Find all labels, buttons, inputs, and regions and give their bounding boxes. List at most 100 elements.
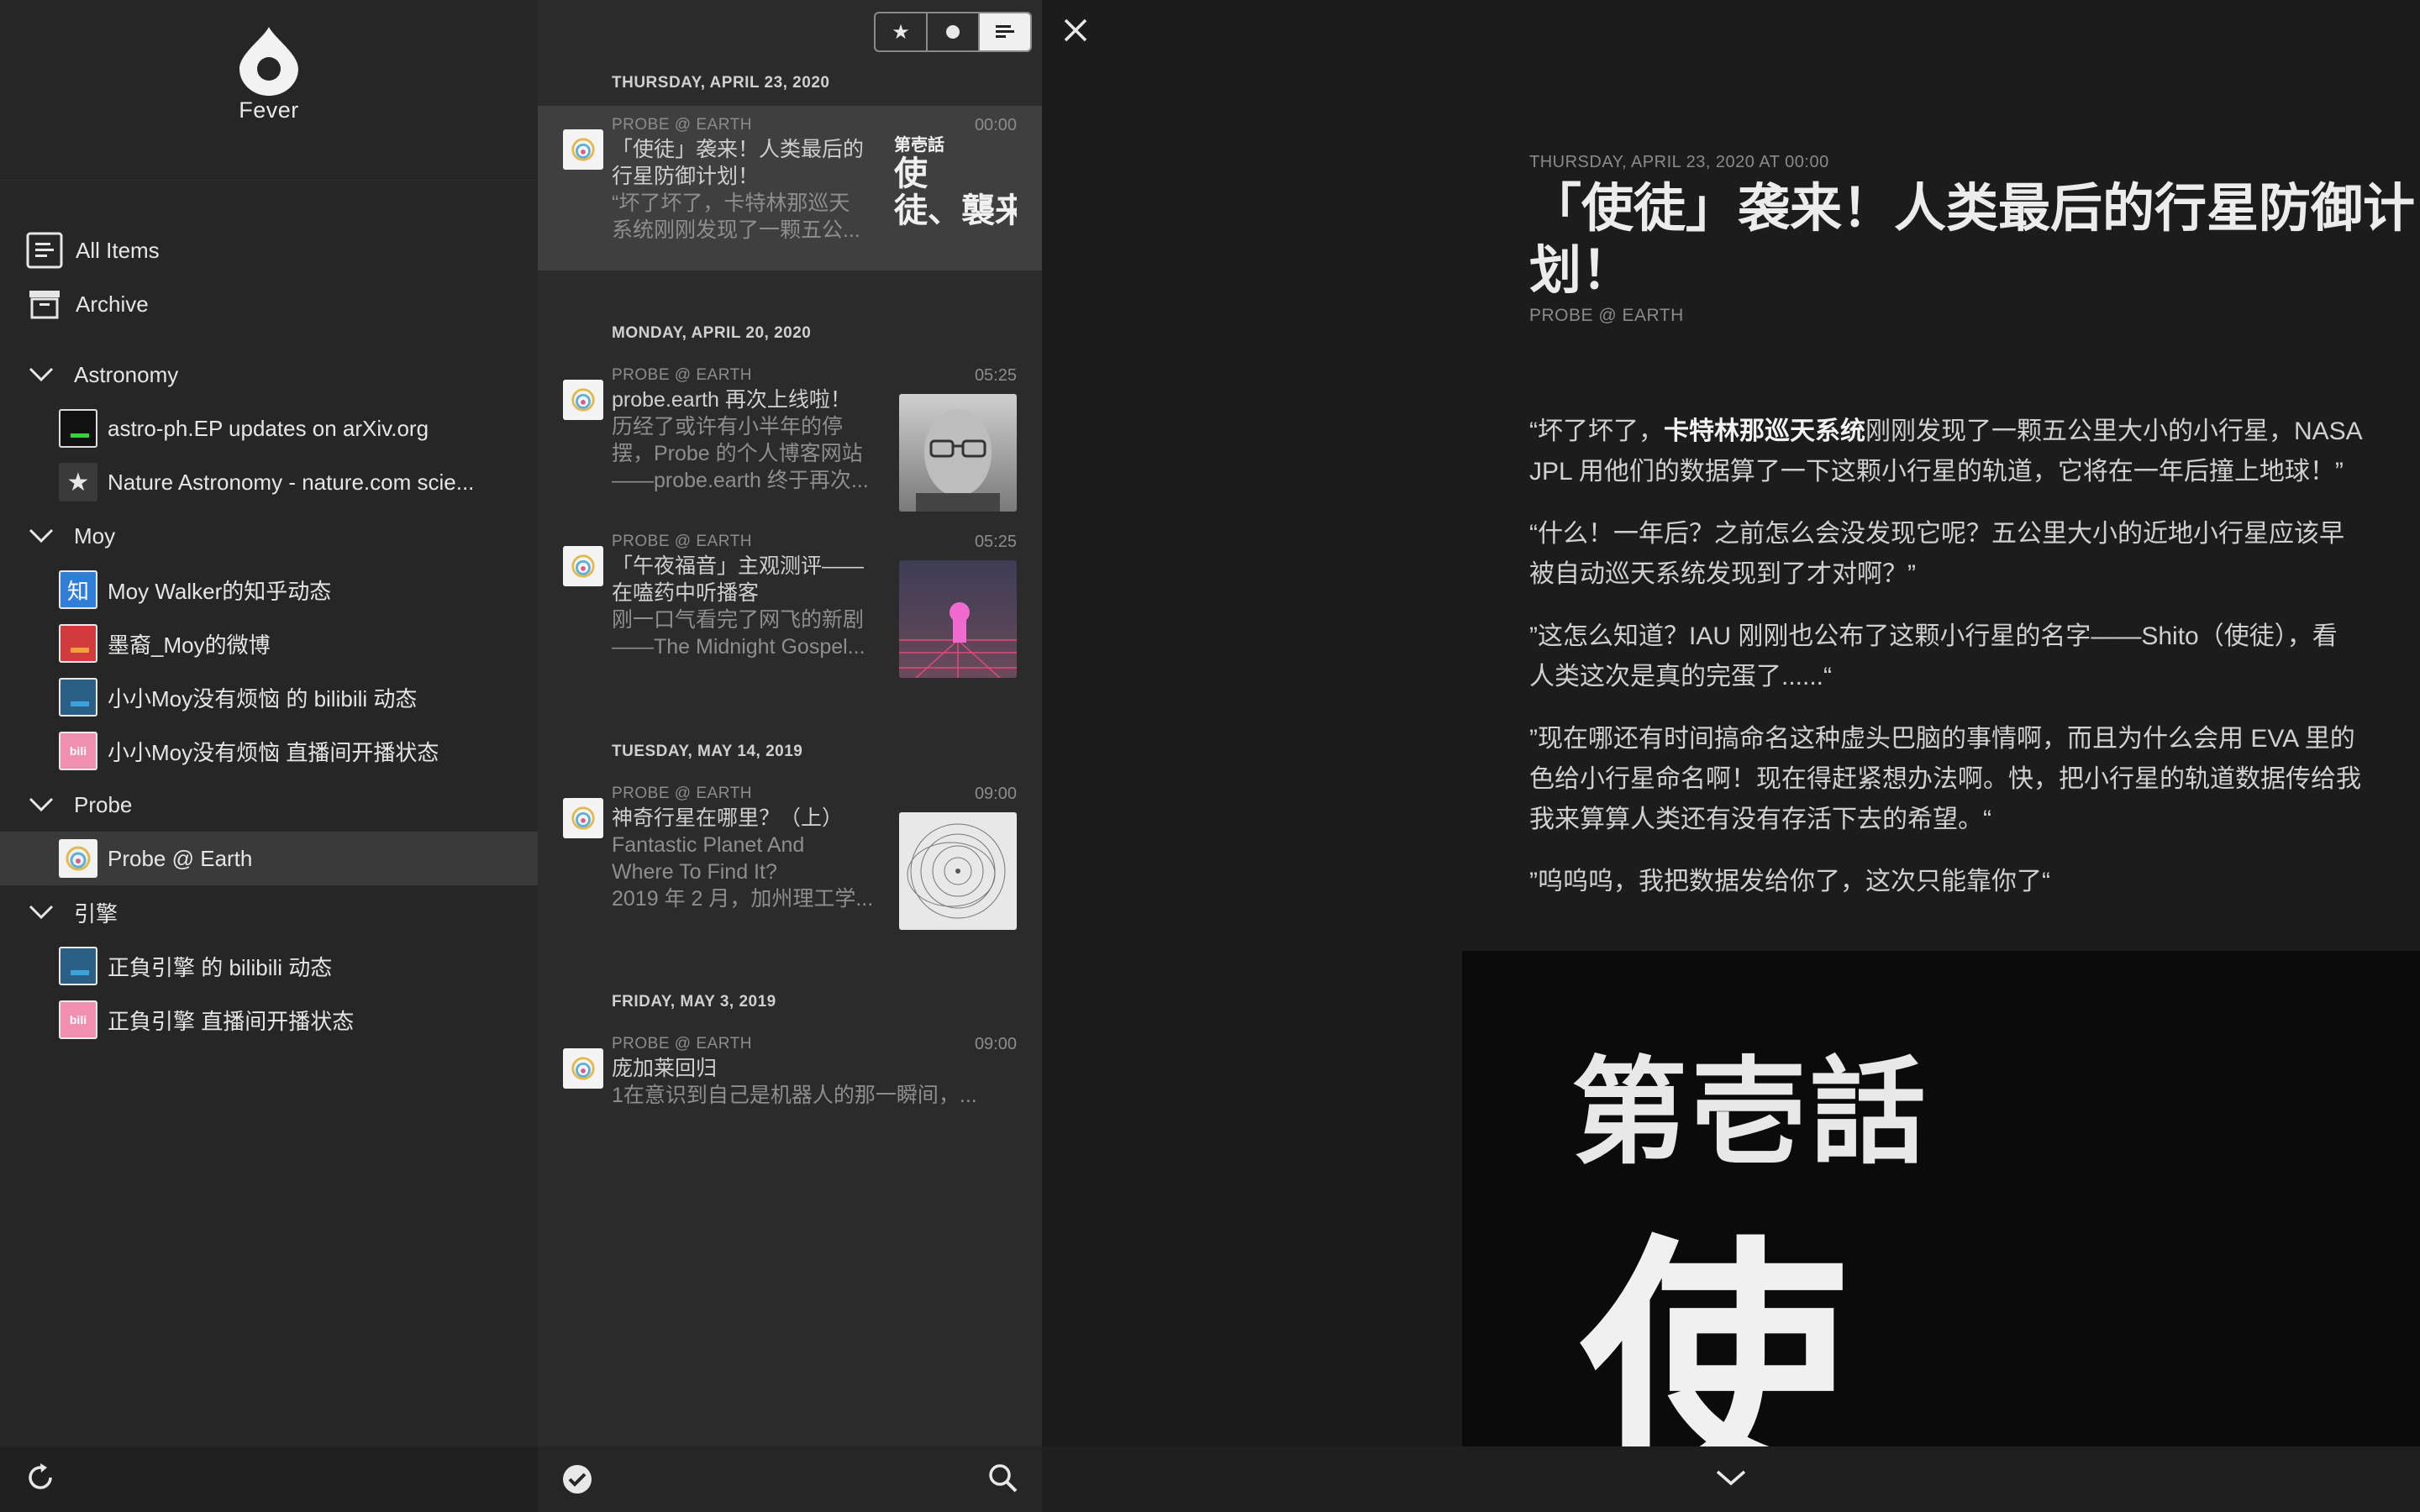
feed-nature-astronomy[interactable]: ★ Nature Astronomy - nature.com scie... <box>0 455 538 509</box>
article-title-line: 「午夜福音」主观测评—— <box>612 554 865 578</box>
zhihu-icon: 知 <box>59 570 97 609</box>
text-run: 被自动巡天系统发现到了才对啊？” <box>1529 560 1916 588</box>
filter-starred-button[interactable]: ★ <box>876 13 928 50</box>
text-run: ”这怎么知道？IAU 刚刚也公布了这颗小行星的名字——Shito（使徒），看 <box>1529 622 2338 650</box>
star-icon: ★ <box>892 20 910 44</box>
archive-icon <box>25 285 64 323</box>
article-time: 05:25 <box>974 366 1017 385</box>
group-astronomy[interactable]: Astronomy <box>0 348 538 402</box>
feed-engine-bilibili[interactable]: 正負引擎 的 bilibili 动态 <box>0 939 538 993</box>
article-time: 09:00 <box>974 785 1017 803</box>
feed-moy-live[interactable]: bili 小小Moy没有烦恼 直播间开播状态 <box>0 724 538 778</box>
bold-text: 卡特林那巡天系统 <box>1664 417 1865 445</box>
article-excerpt-line: 系统刚刚发现了一颗五公... <box>612 218 860 242</box>
feed-moy-weibo[interactable]: 墨裔_Moy的微博 <box>0 617 538 670</box>
article-item[interactable]: PROBE @ EARTH 09:00 庞加莱回归 1在意识到自己是机器人的那一… <box>538 1025 1042 1126</box>
feed-label: 正負引擎 的 bilibili 动态 <box>108 954 333 980</box>
filter-all-button[interactable] <box>980 13 1030 50</box>
close-icon[interactable] <box>1060 15 1091 45</box>
refresh-icon[interactable] <box>25 1462 55 1497</box>
terminal-feed-icon <box>59 409 97 448</box>
article-item[interactable]: PROBE @ EARTH 05:25 「午夜福音」主观测评—— 在嗑药中听播客… <box>538 522 1042 687</box>
group-label: Moy <box>74 522 116 549</box>
mark-all-read-icon[interactable] <box>561 1463 593 1499</box>
feed-label: Moy Walker的知乎动态 <box>108 578 332 604</box>
article-dateline: THURSDAY, APRIL 23, 2020 AT 00:00 <box>1529 153 1829 171</box>
article-source: PROBE @ EARTH <box>612 116 752 134</box>
feed-astro-ph[interactable]: astro-ph.EP updates on arXiv.org <box>0 402 538 455</box>
brand: Fever <box>0 25 538 123</box>
sidebar-footer <box>0 1446 538 1512</box>
probe-earth-icon <box>563 1048 603 1089</box>
thumb-text: 使 <box>894 154 928 193</box>
reader-footer <box>1042 1446 2420 1512</box>
article-excerpt-line: Where To Find It? <box>612 860 777 884</box>
portrait-thumbnail <box>899 394 1017 512</box>
sidebar-divider <box>0 180 538 181</box>
group-label: Probe <box>74 791 133 817</box>
image-text: 使 <box>1580 1212 1849 1455</box>
sidebar-item-label: All Items <box>76 237 160 263</box>
article-title-line: 在嗑药中听播客 <box>612 581 760 605</box>
paragraph: “坏了坏了，卡特林那巡天系统刚刚发现了一颗五公里大小的小行星，NASA JPL … <box>1529 412 2420 492</box>
text-run: “坏了坏了， <box>1529 417 1664 445</box>
article-image: 第壱話 使 <box>1462 951 2420 1455</box>
article-title-line: 神奇行星在哪里？（上） <box>612 806 844 830</box>
article-excerpt-line: 历经了或许有小半年的停 <box>612 415 844 438</box>
article-source: PROBE @ EARTH <box>1529 306 1684 325</box>
feed-label: 墨裔_Moy的微博 <box>108 632 271 658</box>
feed-moy-zhihu[interactable]: 知 Moy Walker的知乎动态 <box>0 563 538 617</box>
chevron-down-icon[interactable] <box>1716 1469 1746 1490</box>
date-header: THURSDAY, APRIL 23, 2020 <box>612 74 830 92</box>
group-probe[interactable]: Probe <box>0 778 538 832</box>
feed-moy-bilibili[interactable]: 小小Moy没有烦恼 的 bilibili 动态 <box>0 670 538 724</box>
group-moy[interactable]: Moy <box>0 509 538 563</box>
article-excerpt-line: ——The Midnight Gospel... <box>612 635 865 659</box>
sidebar-item-all-items[interactable]: All Items <box>0 223 538 277</box>
paragraph: ”这怎么知道？IAU 刚刚也公布了这颗小行星的名字——Shito（使徒），看 人… <box>1529 617 2420 697</box>
group-label: Astronomy <box>74 361 179 387</box>
feed-label: Nature Astronomy - nature.com scie... <box>108 469 475 495</box>
article-title-line: 庞加莱回归 <box>612 1057 718 1080</box>
article-body: “坏了坏了，卡特林那巡天系统刚刚发现了一颗五公里大小的小行星，NASA JPL … <box>1529 412 2420 924</box>
bilibili-live-icon: bili <box>59 732 97 770</box>
list-footer <box>538 1446 1042 1512</box>
feed-engine-live[interactable]: bili 正負引擎 直播间开播状态 <box>0 993 538 1047</box>
text-run: 我来算算人类还有没有存活下去的希望。“ <box>1529 806 1991 833</box>
feed-label: Probe @ Earth <box>108 845 253 871</box>
thumb-text: 第壱話 <box>894 134 944 155</box>
feed-label: 小小Moy没有烦恼 的 bilibili 动态 <box>108 685 418 711</box>
article-item[interactable]: PROBE @ EARTH 00:00 「使徒」袭来！人类最后的 行星防御计划！… <box>538 106 1042 270</box>
feed-probe-earth[interactable]: Probe @ Earth <box>0 832 538 885</box>
article-thumbnail: 第壱話 使 徒、襲来 <box>894 131 1017 249</box>
search-icon[interactable] <box>988 1463 1018 1498</box>
orbit-diagram-thumbnail <box>899 812 1017 930</box>
feed-label: astro-ph.EP updates on arXiv.org <box>108 415 429 441</box>
article-item[interactable]: PROBE @ EARTH 09:00 神奇行星在哪里？（上） Fantasti… <box>538 774 1042 939</box>
date-header: FRIDAY, MAY 3, 2019 <box>612 993 776 1011</box>
article-title: 「使徒」袭来！人类最后的行星防御计划！ <box>1529 180 2416 300</box>
article-excerpt-line: 1在意识到自己是机器人的那一瞬间，... <box>612 1084 977 1107</box>
bilibili-icon <box>59 947 97 985</box>
sidebar-item-label: Archive <box>76 291 149 317</box>
article-excerpt-line: Fantastic Planet And <box>612 833 805 857</box>
probe-earth-icon <box>563 129 603 170</box>
article-time: 05:25 <box>974 533 1017 551</box>
filter-unread-button[interactable] <box>928 13 980 50</box>
article-time: 09:00 <box>974 1035 1017 1053</box>
article-excerpt-line: “坏了坏了，卡特林那巡天 <box>612 192 850 215</box>
app-name: Fever <box>239 97 299 123</box>
article-title-line: 「使徒」袭来！人类最后的 <box>612 138 865 161</box>
date-header: MONDAY, APRIL 20, 2020 <box>612 324 812 342</box>
paragraph: ”呜呜呜，我把数据发给你了，这次只能靠你了“ <box>1529 868 2050 895</box>
article-excerpt-line: 刚一口气看完了网飞的新剧 <box>612 608 865 632</box>
group-engine[interactable]: 引擎 <box>0 885 538 939</box>
date-header: TUESDAY, MAY 14, 2019 <box>612 743 803 760</box>
article-reader: THURSDAY, APRIL 23, 2020 AT 00:00 「使徒」袭来… <box>1042 0 2420 1512</box>
article-excerpt-line: 摆，Probe 的个人博客网站 <box>612 442 863 465</box>
article-source: PROBE @ EARTH <box>612 1035 752 1053</box>
article-title-line: 行星防御计划！ <box>612 165 760 188</box>
article-item[interactable]: PROBE @ EARTH 05:25 probe.earth 再次上线啦！ 历… <box>538 356 1042 521</box>
sidebar-item-archive[interactable]: Archive <box>0 277 538 331</box>
bilibili-icon <box>59 678 97 717</box>
